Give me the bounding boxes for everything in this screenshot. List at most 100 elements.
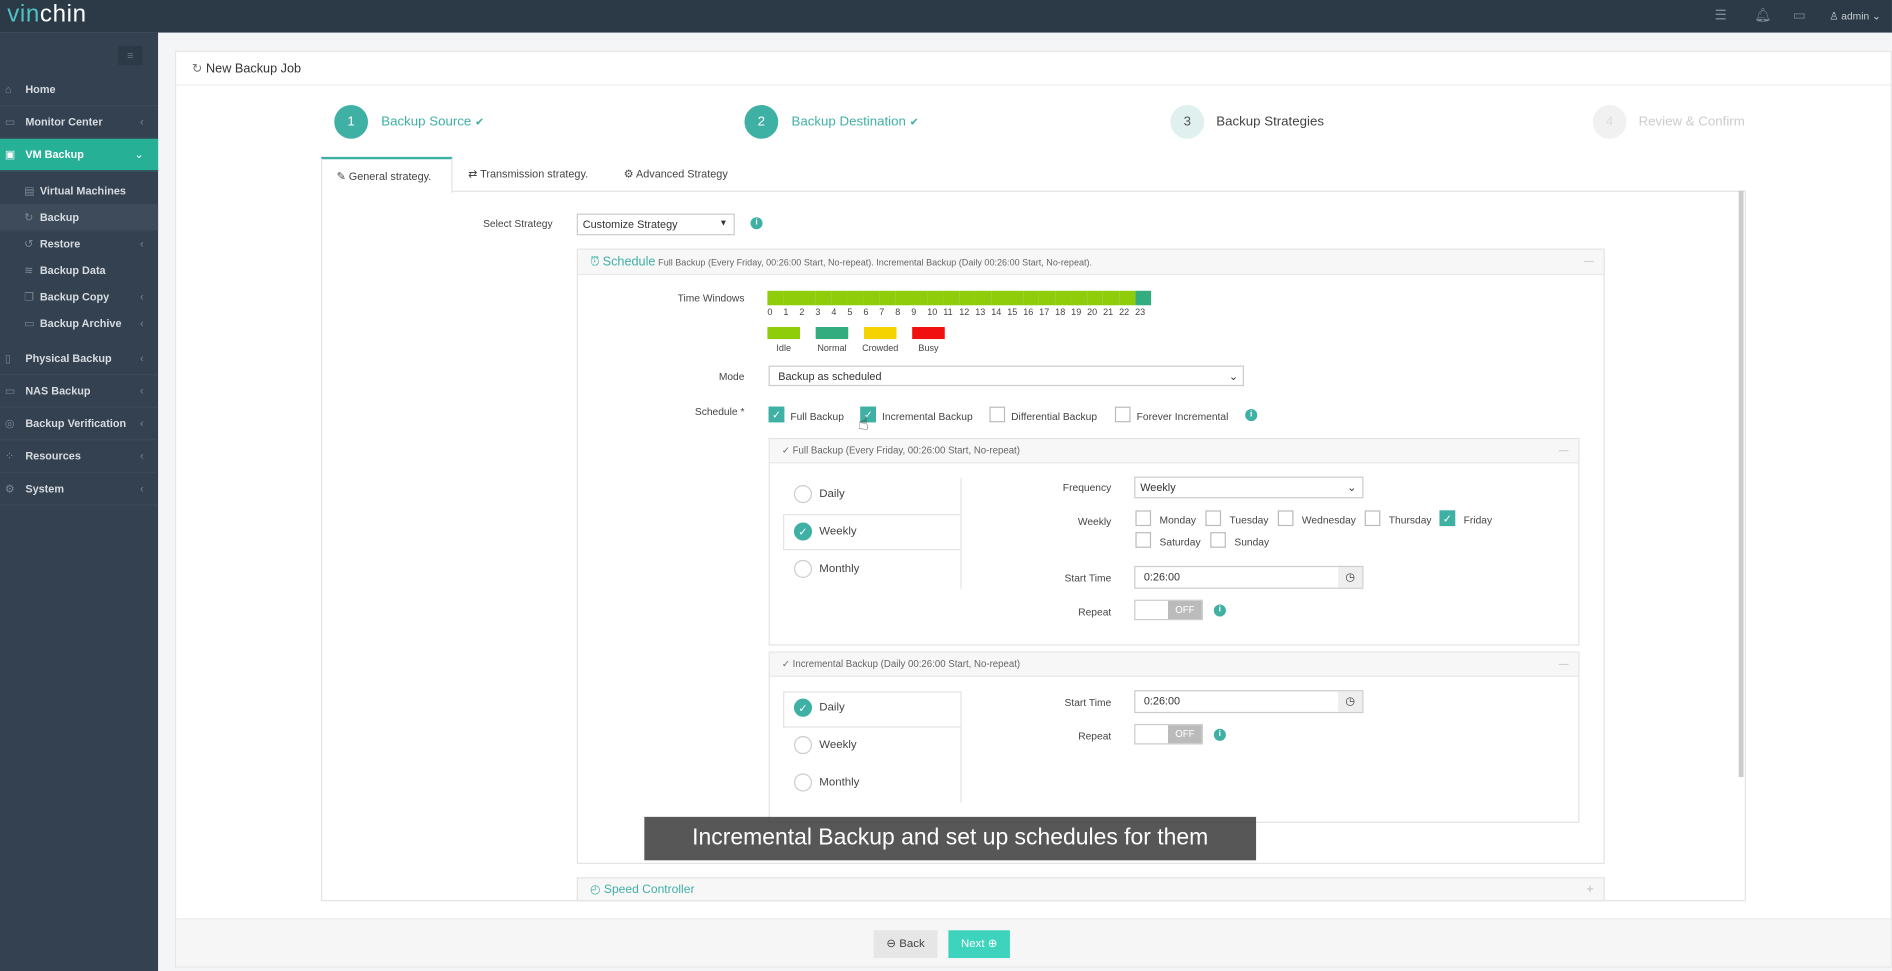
hour-slot-22[interactable]	[1119, 290, 1136, 306]
collapse-icon[interactable]: —	[1584, 250, 1594, 274]
time-windows-bar[interactable]	[767, 290, 1152, 306]
info-icon[interactable]: i	[750, 217, 763, 230]
sidebar-item-physical-backup[interactable]: ▯ Physical Backup ‹	[0, 343, 159, 376]
sidebar-subitem-virtual-machines[interactable]: ▤ Virtual Machines	[0, 177, 158, 204]
back-button[interactable]: ⊖ Back	[873, 930, 938, 959]
sidebar: ≡ ⌂ Home ▭ Monitor Center ‹ ▣ VM Backup ⌄ ▤ Vi…	[0, 32, 159, 971]
sidebar-item-resources[interactable]: ⁘ Resources ‹	[0, 440, 159, 473]
hour-slot-10[interactable]	[927, 290, 944, 306]
full-weekly-radio[interactable]: ✓	[793, 522, 813, 541]
button-label: Next	[960, 937, 985, 951]
collapse-icon[interactable]: —	[1559, 653, 1569, 677]
sidebar-item-monitor-center[interactable]: ▭ Monitor Center ‹	[0, 106, 159, 139]
info-icon[interactable]: i	[1245, 409, 1258, 422]
hour-slot-1[interactable]	[783, 290, 800, 306]
hour-slot-9[interactable]	[911, 290, 928, 306]
hour-slot-13[interactable]	[975, 290, 992, 306]
incremental-backup-header[interactable]: ✓ Incremental Backup (Daily 00:26:00 Sta…	[769, 652, 1579, 677]
tab-general-strategy[interactable]: ✎ General strategy.	[320, 156, 453, 194]
hour-slot-0[interactable]	[767, 290, 784, 306]
thursday-checkbox[interactable]	[1364, 510, 1381, 527]
sidebar-item-home[interactable]: ⌂ Home	[0, 74, 159, 107]
chevron-left-icon: ‹	[139, 384, 144, 397]
schedule-header[interactable]: ⏰︎ Schedule Full Backup (Every Friday, 0…	[577, 249, 1604, 276]
hour-slot-17[interactable]	[1039, 290, 1056, 306]
gear-icon: ⚙	[4, 482, 15, 495]
hour-label: 20	[1087, 306, 1098, 318]
sidebar-subitem-backup[interactable]: ↻ Backup	[0, 203, 159, 231]
full-monthly-radio[interactable]	[793, 559, 813, 578]
tab-transmission-strategy[interactable]: ⇄ Transmission strategy.	[454, 157, 603, 191]
hour-slot-18[interactable]	[1055, 290, 1072, 306]
monday-checkbox[interactable]	[1135, 510, 1152, 527]
sidebar-subitem-backup-copy[interactable]: ❐ Backup Copy ‹	[0, 284, 158, 311]
toggle-state: OFF	[1167, 600, 1202, 619]
full-start-time-input[interactable]: 0:26:00 ◷	[1134, 565, 1364, 589]
hour-slot-7[interactable]	[879, 290, 896, 306]
hour-slot-16[interactable]	[1023, 290, 1040, 306]
friday-checkbox[interactable]: ✓	[1439, 510, 1456, 527]
label: Backup	[39, 211, 80, 224]
sidebar-item-system[interactable]: ⚙ System ‹	[0, 473, 159, 506]
list-icon[interactable]: ☰	[1715, 7, 1727, 23]
hour-slot-8[interactable]	[895, 290, 912, 306]
hour-slot-11[interactable]	[943, 290, 960, 306]
clock-icon[interactable]: ◷	[1338, 567, 1363, 588]
mode-select[interactable]: Backup as scheduled ⌄	[768, 365, 1245, 387]
hour-slot-15[interactable]	[1007, 290, 1024, 306]
next-button[interactable]: Next ⊕	[948, 930, 1010, 959]
transfer-icon: ⇄	[468, 167, 478, 180]
speed-controller-section[interactable]: ◴ Speed Controller +	[576, 877, 1605, 902]
expand-icon[interactable]: +	[1586, 882, 1594, 896]
tab-advanced-strategy[interactable]: ⚙ Advanced Strategy	[609, 157, 742, 191]
forever-incremental-checkbox[interactable]	[1114, 406, 1131, 423]
label: Physical Backup	[25, 352, 112, 365]
wednesday-checkbox[interactable]	[1277, 510, 1294, 527]
saturday-checkbox[interactable]	[1135, 532, 1152, 548]
hour-slot-14[interactable]	[991, 290, 1008, 306]
hour-slot-12[interactable]	[959, 290, 976, 306]
hour-slot-5[interactable]	[847, 290, 864, 306]
hour-slot-3[interactable]	[815, 290, 832, 306]
hour-slot-4[interactable]	[831, 290, 848, 306]
clock-icon[interactable]: ◷	[1338, 691, 1363, 712]
sidebar-item-vm-backup[interactable]: ▣ VM Backup ⌄	[0, 138, 159, 172]
full-daily-radio[interactable]	[793, 485, 813, 504]
sidebar-item-nas-backup[interactable]: ▭ NAS Backup ‹	[0, 375, 159, 408]
scrollbar[interactable]	[1738, 190, 1744, 778]
hour-slot-20[interactable]	[1087, 290, 1104, 306]
incr-start-time-input[interactable]: 0:26:00 ◷	[1134, 690, 1364, 714]
collapse-icon[interactable]: —	[1559, 439, 1569, 463]
hour-slot-19[interactable]	[1071, 290, 1088, 306]
frequency-select[interactable]: Weekly ⌄	[1134, 476, 1364, 499]
sidebar-item-backup-verification[interactable]: ◎ Backup Verification ‹	[0, 408, 159, 441]
hour-slot-21[interactable]	[1103, 290, 1120, 306]
sidebar-subitem-restore[interactable]: ↺ Restore ‹	[0, 230, 158, 257]
incr-daily-radio[interactable]: ✓	[793, 698, 813, 717]
check-icon: ✔	[475, 115, 485, 128]
hour-slot-6[interactable]	[863, 290, 880, 306]
full-backup-checkbox[interactable]: ✓	[768, 406, 785, 423]
refresh-icon: ↻	[191, 61, 203, 77]
differential-backup-checkbox[interactable]	[989, 406, 1006, 423]
incr-repeat-toggle[interactable]: OFF	[1134, 723, 1203, 745]
monitor-icon[interactable]: ▭	[1793, 7, 1806, 23]
repeat-label: Repeat	[1078, 729, 1112, 743]
full-repeat-toggle[interactable]: OFF	[1134, 599, 1203, 621]
info-icon[interactable]: i	[1213, 604, 1226, 617]
hour-slot-23[interactable]	[1135, 290, 1152, 306]
sunday-checkbox[interactable]	[1210, 532, 1226, 548]
info-icon[interactable]: i	[1213, 728, 1226, 741]
menu-toggle-icon[interactable]: ≡	[118, 45, 143, 66]
bell-icon[interactable]: 🔔︎	[1754, 7, 1771, 23]
full-backup-header[interactable]: ✓ Full Backup (Every Friday, 00:26:00 St…	[769, 439, 1579, 464]
incr-monthly-radio[interactable]	[793, 773, 813, 792]
tuesday-checkbox[interactable]	[1205, 510, 1222, 527]
label: System	[25, 482, 64, 495]
hour-slot-2[interactable]	[799, 290, 816, 306]
sidebar-subitem-backup-data[interactable]: ≋ Backup Data	[0, 257, 158, 284]
user-menu[interactable]: ♙ admin ⌄	[1829, 10, 1880, 23]
incr-weekly-radio[interactable]	[793, 736, 813, 755]
strategy-select[interactable]: Customize Strategy ▼	[576, 213, 735, 236]
sidebar-subitem-backup-archive[interactable]: ▭ Backup Archive ‹	[0, 310, 158, 337]
